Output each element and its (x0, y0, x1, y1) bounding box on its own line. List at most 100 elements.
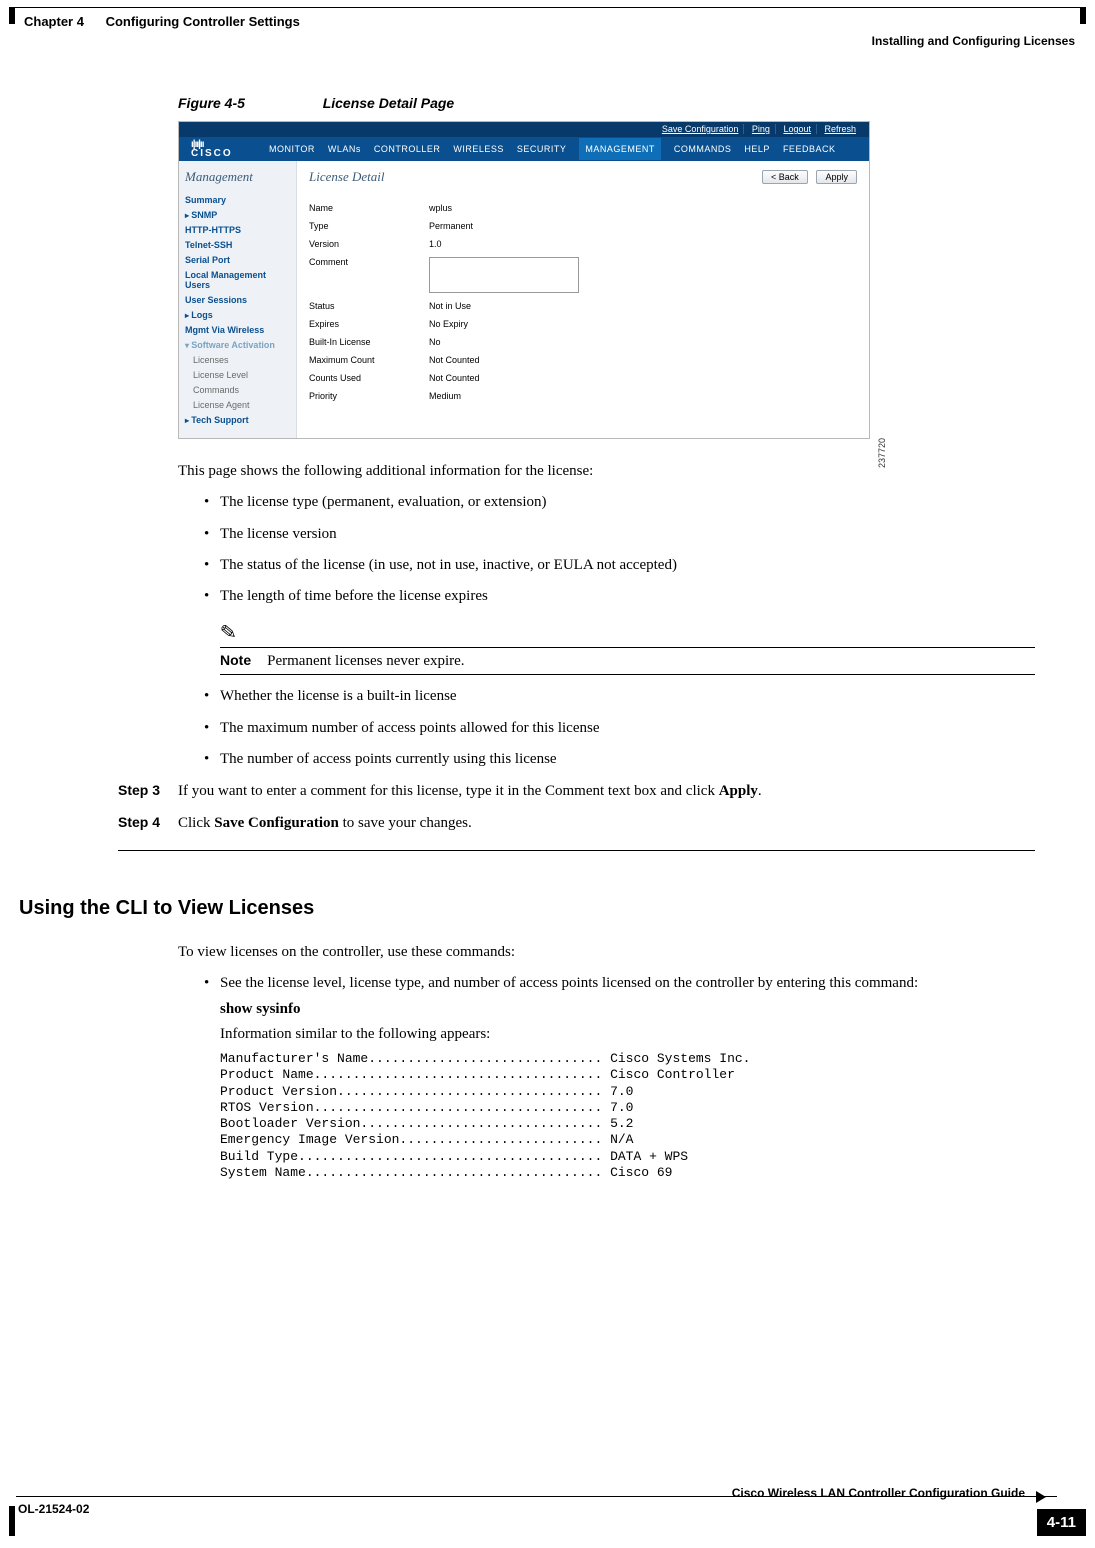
list-item: The maximum number of access points allo… (204, 718, 1035, 738)
field-label-status: Status (309, 301, 429, 311)
figure-title: License Detail Page (323, 95, 455, 111)
list-item: Whether the license is a built-in licens… (204, 686, 1035, 706)
sidebar-item-serial-port[interactable]: Serial Port (185, 255, 290, 265)
sidebar-item-telnet-ssh[interactable]: Telnet-SSH (185, 240, 290, 250)
sidebar-item-summary[interactable]: Summary (185, 195, 290, 205)
sidebar-item-license-level[interactable]: License Level (185, 370, 290, 380)
sidebar-item-local-management-users[interactable]: Local Management Users (185, 270, 290, 290)
sidebar-item-license-agent[interactable]: License Agent (185, 400, 290, 410)
footer-doc-number: OL-21524-02 (18, 1502, 89, 1516)
step-row-3: Step 3 If you want to enter a comment fo… (118, 781, 1035, 801)
step4-pre: Click (178, 815, 214, 831)
link-save-configuration[interactable]: Save Configuration (657, 124, 745, 134)
field-label-version: Version (309, 239, 429, 249)
tab-wlans[interactable]: WLANs (328, 144, 361, 154)
cisco-logo-text: CISCO (191, 149, 259, 158)
list-item: The length of time before the license ex… (204, 586, 1035, 606)
note-block: ✎ Note Permanent licenses never expire. (220, 620, 1035, 675)
sidebar-item-software-activation[interactable]: Software Activation (185, 340, 290, 350)
sidebar-item-logs[interactable]: Logs (185, 310, 290, 320)
section-title: Installing and Configuring Licenses (872, 34, 1075, 48)
cli-bullet-list: See the license level, license type, and… (204, 973, 1035, 993)
cli-command: show sysinfo (220, 1001, 1095, 1018)
sidebar-item-http-https[interactable]: HTTP-HTTPS (185, 225, 290, 235)
sidebar-item-user-sessions[interactable]: User Sessions (185, 295, 290, 305)
tab-help[interactable]: HELP (744, 144, 770, 154)
field-label-max-count: Maximum Count (309, 355, 429, 365)
step3-bold: Apply (719, 783, 758, 799)
field-value-type: Permanent (429, 221, 629, 231)
field-value-version: 1.0 (429, 239, 629, 249)
bullet-list-1: The license type (permanent, evaluation,… (204, 492, 1035, 606)
figure-label: Figure 4-5 (178, 95, 245, 111)
chapter-line: Chapter 4 Configuring Controller Setting… (24, 14, 300, 29)
app-navbar: ı|ıı|ıı CISCO MONITOR WLANs CONTROLLER W… (179, 137, 869, 161)
tab-feedback[interactable]: FEEDBACK (783, 144, 836, 154)
sidebar-item-tech-support[interactable]: Tech Support (185, 415, 290, 425)
image-reference-number: 237720 (877, 438, 887, 468)
note-rules: Note Permanent licenses never expire. (220, 647, 1035, 675)
header-right-mark (1080, 7, 1086, 24)
list-item: The license version (204, 524, 1035, 544)
panel-title: License Detail (309, 169, 384, 185)
link-refresh[interactable]: Refresh (819, 124, 861, 134)
note-icon: ✎ (219, 620, 238, 646)
cli-intro: To view licenses on the controller, use … (178, 942, 1035, 962)
tab-security[interactable]: SECURITY (517, 144, 567, 154)
cli-heading: Using the CLI to View Licenses (19, 897, 1095, 920)
tab-commands[interactable]: COMMANDS (674, 144, 732, 154)
step-text: Click Save Configuration to save your ch… (178, 813, 472, 833)
field-value-name: wplus (429, 203, 629, 213)
field-label-counts-used: Counts Used (309, 373, 429, 383)
list-item: The license type (permanent, evaluation,… (204, 492, 1035, 512)
step4-post: to save your changes. (339, 815, 472, 831)
nav-tabs: MONITOR WLANs CONTROLLER WIRELESS SECURI… (259, 144, 835, 154)
field-label-expires: Expires (309, 319, 429, 329)
sidebar-item-licenses[interactable]: Licenses (185, 355, 290, 365)
license-detail-grid: Name wplus Type Permanent Version 1.0 Co… (309, 203, 857, 401)
field-value-counts-used: Not Counted (429, 373, 629, 383)
field-value-priority: Medium (429, 391, 629, 401)
field-value-builtin: No (429, 337, 629, 347)
footer-rule (16, 1496, 1057, 1497)
comment-textarea[interactable] (429, 257, 579, 293)
step3-post: . (758, 783, 762, 799)
field-label-builtin: Built-In License (309, 337, 429, 347)
field-value-max-count: Not Counted (429, 355, 629, 365)
field-label-name: Name (309, 203, 429, 213)
link-ping[interactable]: Ping (747, 124, 776, 134)
main-titlebar: License Detail < Back Apply (309, 169, 857, 185)
back-button[interactable]: < Back (762, 170, 808, 184)
field-label-priority: Priority (309, 391, 429, 401)
license-detail-screenshot: 237720 Save Configuration Ping Logout Re… (178, 121, 870, 439)
figure-caption: Figure 4-5 License Detail Page (178, 95, 1095, 111)
sidebar-item-snmp[interactable]: SNMP (185, 210, 290, 220)
page-header: Chapter 4 Configuring Controller Setting… (0, 0, 1095, 42)
sidebar-item-commands[interactable]: Commands (185, 385, 290, 395)
tab-monitor[interactable]: MONITOR (269, 144, 315, 154)
content-area: Figure 4-5 License Detail Page 237720 Sa… (0, 95, 1095, 1181)
tab-wireless[interactable]: WIRELESS (453, 144, 504, 154)
footer-guide-title: Cisco Wireless LAN Controller Configurat… (732, 1486, 1025, 1500)
tab-management[interactable]: MANAGEMENT (579, 138, 661, 160)
apply-button[interactable]: Apply (816, 170, 857, 184)
intro-paragraph: This page shows the following additional… (178, 461, 1035, 481)
sidebar-title: Management (185, 169, 290, 185)
cli-output-lead: Information similar to the following app… (220, 1026, 1095, 1043)
step-text: If you want to enter a comment for this … (178, 781, 762, 801)
header-left-mark (9, 7, 15, 24)
figure-image-wrap: 237720 Save Configuration Ping Logout Re… (178, 121, 1095, 439)
step-label: Step 4 (118, 814, 162, 830)
footer-left-mark (9, 1506, 15, 1536)
field-value-status: Not in Use (429, 301, 629, 311)
link-logout[interactable]: Logout (778, 124, 817, 134)
panel-buttons: < Back Apply (756, 170, 857, 184)
sidebar-item-mgmt-via-wireless[interactable]: Mgmt Via Wireless (185, 325, 290, 335)
tab-controller[interactable]: CONTROLLER (374, 144, 441, 154)
app-top-links: Save Configuration Ping Logout Refresh (179, 122, 869, 137)
sidebar: Management Summary SNMP HTTP-HTTPS Telne… (179, 161, 297, 438)
list-item: See the license level, license type, and… (204, 973, 1035, 993)
page-footer: Cisco Wireless LAN Controller Configurat… (0, 1486, 1095, 1538)
step-label: Step 3 (118, 782, 162, 798)
cli-output: Manufacturer's Name.....................… (220, 1051, 1095, 1181)
